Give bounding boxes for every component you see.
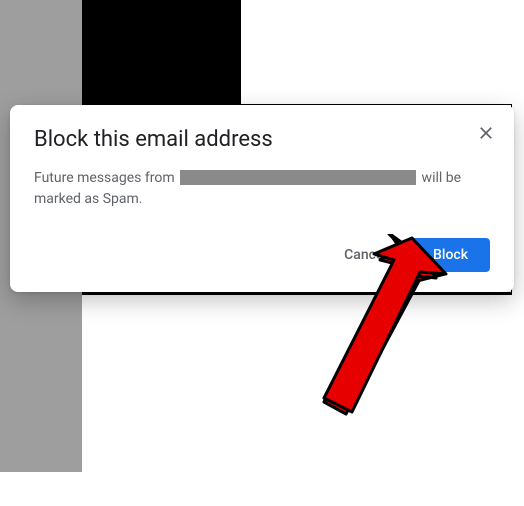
redacted-email [180,170,416,185]
dialog-actions: Cancel Block [34,238,490,272]
content-divider [82,293,512,295]
close-icon [477,124,495,142]
dialog-body: Future messages from will be marked as S… [34,168,490,210]
dialog-body-prefix: Future messages from [34,170,178,186]
cancel-button[interactable]: Cancel [332,239,399,271]
block-button[interactable]: Block [411,238,490,272]
close-button[interactable] [472,119,500,147]
dialog-title: Block this email address [34,127,490,152]
block-email-dialog: Block this email address Future messages… [10,105,514,292]
header-background [82,0,241,104]
